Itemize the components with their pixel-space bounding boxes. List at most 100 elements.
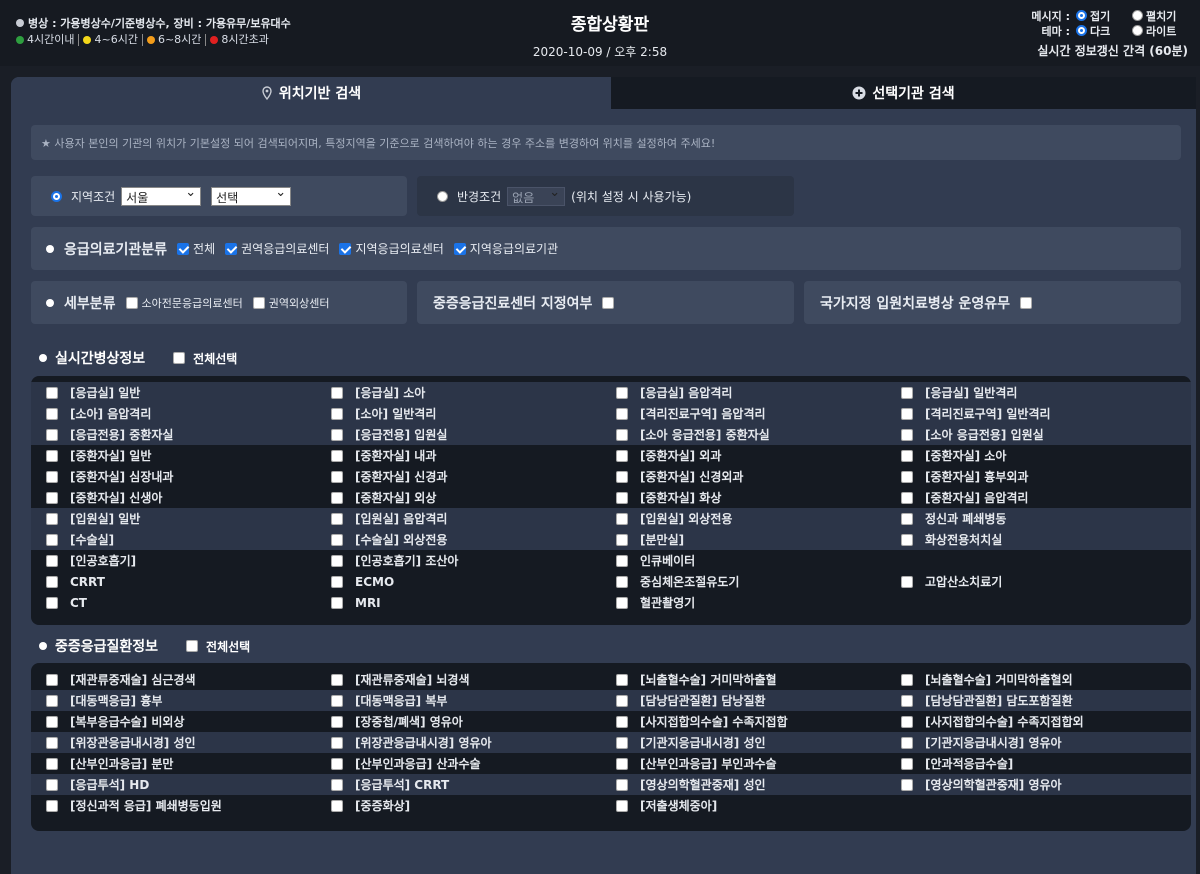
option-checkbox[interactable] xyxy=(616,407,628,420)
grid-option[interactable]: MRI xyxy=(331,596,616,610)
grid-option[interactable]: [중증화상] xyxy=(331,797,616,814)
option-checkbox[interactable] xyxy=(901,715,913,728)
filter-option[interactable]: 소아전문응급의료센터 xyxy=(125,295,243,311)
grid-option[interactable]: [분만실] xyxy=(616,531,901,548)
radius-condition-radio[interactable] xyxy=(437,190,448,202)
option-checkbox[interactable] xyxy=(901,512,913,525)
grid-option[interactable]: [담낭담관질환] 담낭질환 xyxy=(616,692,901,709)
option-checkbox[interactable] xyxy=(616,533,628,546)
grid-option[interactable]: [인공호흡기] 조산아 xyxy=(331,552,616,569)
grid-option[interactable]: [복부응급수술] 비외상 xyxy=(46,713,331,730)
option-checkbox[interactable] xyxy=(331,778,343,791)
option-checkbox[interactable] xyxy=(331,554,343,567)
grid-option[interactable]: [격리진료구역] 음압격리 xyxy=(616,405,901,422)
option-checkbox[interactable] xyxy=(46,428,58,441)
grid-option[interactable]: [소아] 일반격리 xyxy=(331,405,616,422)
filter-option[interactable]: 권역외상센터 xyxy=(252,295,329,311)
filter-option[interactable]: 지역응급의료센터 xyxy=(339,240,444,257)
grid-option[interactable]: [대동맥응급] 흉부 xyxy=(46,692,331,709)
option-checkbox[interactable] xyxy=(901,757,913,770)
grid-option[interactable]: [정신과적 응급] 폐쇄병동입원 xyxy=(46,797,331,814)
filter-checkbox[interactable] xyxy=(225,242,238,255)
option-checkbox[interactable] xyxy=(616,757,628,770)
option-checkbox[interactable] xyxy=(331,491,343,504)
grid-option[interactable]: [소아 응급전용] 중환자실 xyxy=(616,426,901,443)
option-checkbox[interactable] xyxy=(901,778,913,791)
grid-option[interactable]: [입원실] 일반 xyxy=(46,510,331,527)
option-checkbox[interactable] xyxy=(46,449,58,462)
option-checkbox[interactable] xyxy=(331,673,343,686)
grid-option[interactable]: [응급실] 소아 xyxy=(331,384,616,401)
tab-institution-search[interactable]: 선택기관 검색 xyxy=(611,77,1196,109)
option-checkbox[interactable] xyxy=(901,407,913,420)
grid-option[interactable]: [중환자실] 신경과 xyxy=(331,468,616,485)
option-checkbox[interactable] xyxy=(616,449,628,462)
grid-option[interactable]: [응급실] 음압격리 xyxy=(616,384,901,401)
filter-checkbox[interactable] xyxy=(453,242,466,255)
grid-option[interactable]: [산부인과응급] 부인과수술 xyxy=(616,755,901,772)
grid-option[interactable]: [수술실] xyxy=(46,531,331,548)
option-checkbox[interactable] xyxy=(46,736,58,749)
grid-option[interactable]: [중환자실] 내과 xyxy=(331,447,616,464)
option-checkbox[interactable] xyxy=(331,736,343,749)
grid-option[interactable]: [사지접합의수술] 수족지접합외 xyxy=(901,713,1186,730)
grid-option[interactable]: [중환자실] 화상 xyxy=(616,489,901,506)
option-checkbox[interactable] xyxy=(331,449,343,462)
realtime-select-all-checkbox[interactable] xyxy=(173,352,186,364)
grid-option[interactable]: [장중첩/폐색] 영유아 xyxy=(331,713,616,730)
option-checkbox[interactable] xyxy=(331,386,343,399)
option-checkbox[interactable] xyxy=(331,533,343,546)
grid-option[interactable]: [중환자실] 신생아 xyxy=(46,489,331,506)
option-checkbox[interactable] xyxy=(901,533,913,546)
option-checkbox[interactable] xyxy=(46,575,58,588)
filter-checkbox[interactable] xyxy=(339,242,352,255)
message-expand-radio[interactable]: 펼치기 xyxy=(1132,8,1188,24)
grid-option[interactable]: [저출생체중아] xyxy=(616,797,901,814)
option-checkbox[interactable] xyxy=(901,575,913,588)
option-checkbox[interactable] xyxy=(901,386,913,399)
filter-option[interactable]: 전체 xyxy=(177,240,215,257)
option-checkbox[interactable] xyxy=(616,512,628,525)
option-checkbox[interactable] xyxy=(46,533,58,546)
grid-option[interactable]: [위장관응급내시경] 성인 xyxy=(46,734,331,751)
option-checkbox[interactable] xyxy=(46,491,58,504)
grid-option[interactable]: [영상의학혈관중재] 성인 xyxy=(616,776,901,793)
national-ward-checkbox[interactable] xyxy=(1020,296,1033,309)
option-checkbox[interactable] xyxy=(901,449,913,462)
grid-option[interactable]: [응급전용] 입원실 xyxy=(331,426,616,443)
option-checkbox[interactable] xyxy=(616,596,628,609)
option-checkbox[interactable] xyxy=(616,470,628,483)
grid-option[interactable]: [격리진료구역] 일반격리 xyxy=(901,405,1186,422)
grid-option[interactable]: [기관지응급내시경] 성인 xyxy=(616,734,901,751)
grid-option[interactable]: [위장관응급내시경] 영유아 xyxy=(331,734,616,751)
grid-option[interactable]: [응급전용] 중환자실 xyxy=(46,426,331,443)
grid-option[interactable]: 중심체온조절유도기 xyxy=(616,573,901,590)
option-checkbox[interactable] xyxy=(46,757,58,770)
grid-option[interactable]: [수술실] 외상전용 xyxy=(331,531,616,548)
option-checkbox[interactable] xyxy=(616,554,628,567)
grid-option[interactable]: 고압산소치료기 xyxy=(901,573,1186,590)
grid-option[interactable]: [중환자실] 외상 xyxy=(331,489,616,506)
grid-option[interactable]: [중환자실] 외과 xyxy=(616,447,901,464)
grid-option[interactable]: [응급투석] HD xyxy=(46,776,331,793)
grid-option[interactable]: [뇌출혈수술] 거미막하출혈 xyxy=(616,671,901,688)
grid-option[interactable]: CRRT xyxy=(46,575,331,589)
grid-option[interactable]: [재관류중재술] 뇌경색 xyxy=(331,671,616,688)
district-select[interactable]: 선택 xyxy=(211,185,292,206)
grid-option[interactable]: [기관지응급내시경] 영유아 xyxy=(901,734,1186,751)
option-checkbox[interactable] xyxy=(616,736,628,749)
grid-option[interactable]: [중환자실] 음압격리 xyxy=(901,489,1186,506)
grid-option[interactable]: [중환자실] 소아 xyxy=(901,447,1186,464)
grid-option[interactable]: 화상전용처치실 xyxy=(901,531,1186,548)
severe-select-all-checkbox[interactable] xyxy=(186,640,199,652)
option-checkbox[interactable] xyxy=(331,715,343,728)
grid-option[interactable]: [중환자실] 심장내과 xyxy=(46,468,331,485)
grid-option[interactable]: 인큐베이터 xyxy=(616,552,901,569)
option-checkbox[interactable] xyxy=(616,799,628,812)
severe-center-checkbox[interactable] xyxy=(602,296,615,309)
option-checkbox[interactable] xyxy=(331,694,343,707)
grid-option[interactable]: [산부인과응급] 분만 xyxy=(46,755,331,772)
option-checkbox[interactable] xyxy=(331,428,343,441)
option-checkbox[interactable] xyxy=(616,673,628,686)
grid-option[interactable]: 정신과 폐쇄병동 xyxy=(901,510,1186,527)
